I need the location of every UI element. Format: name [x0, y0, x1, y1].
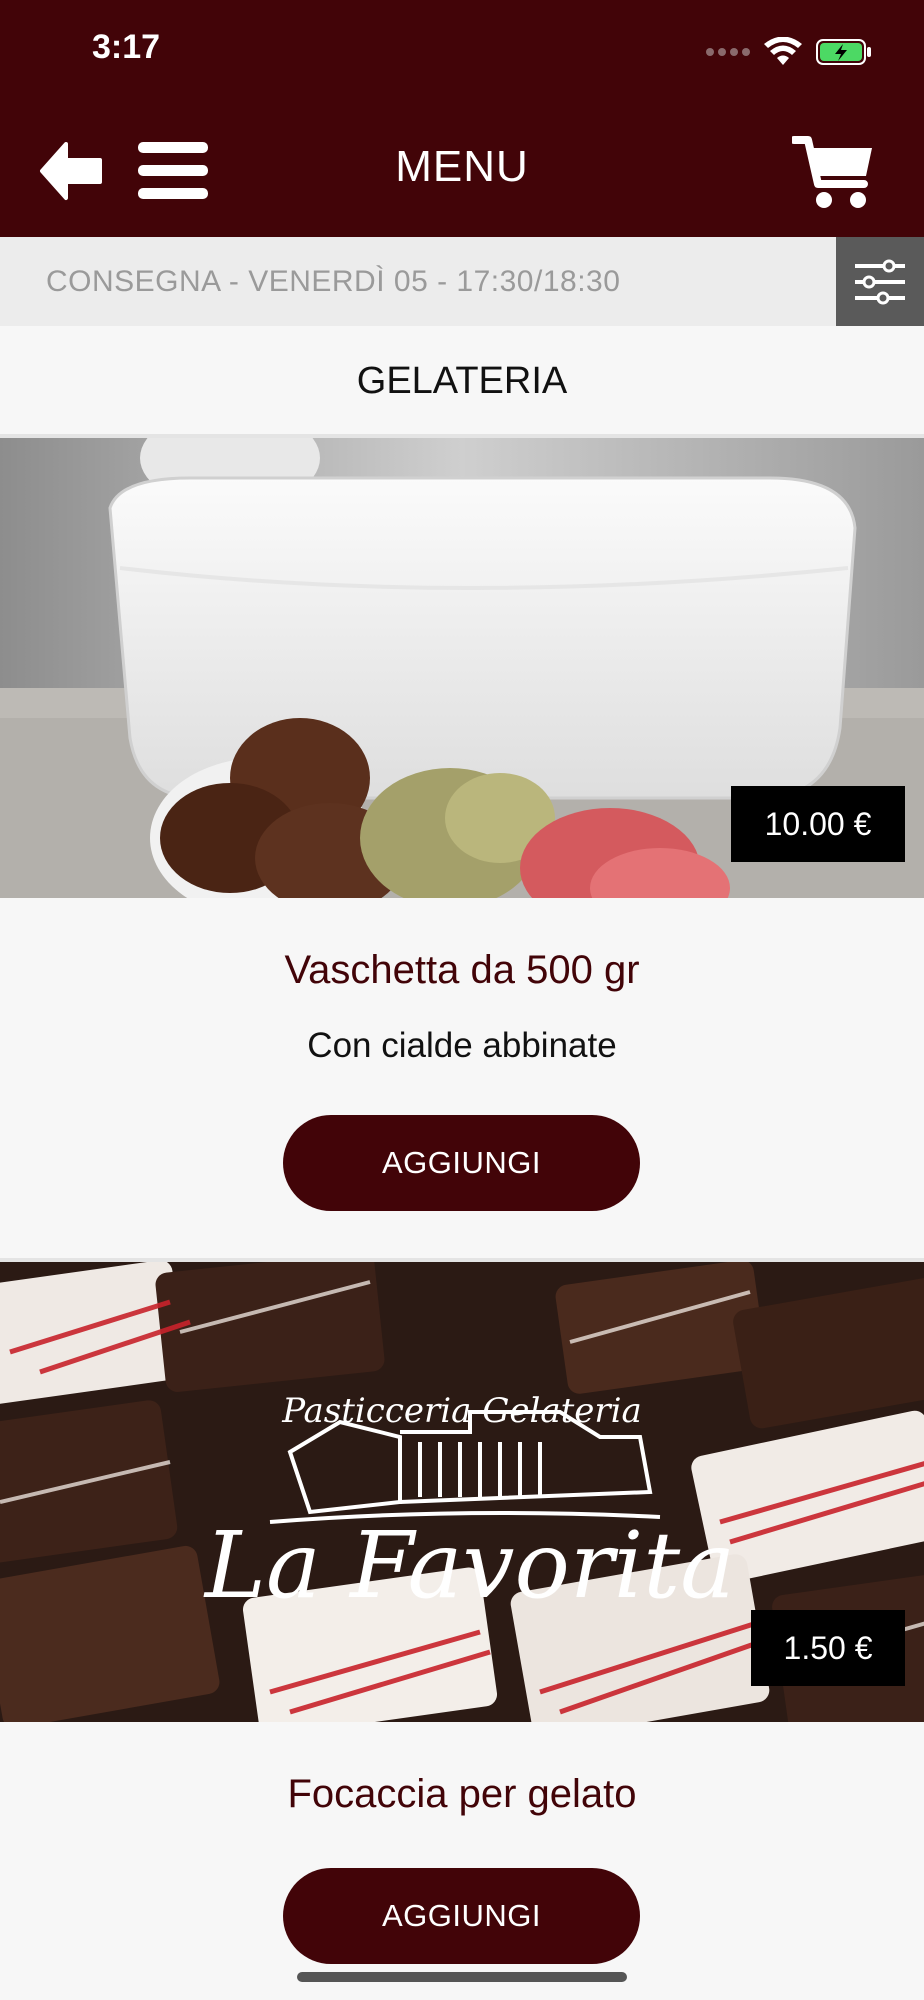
delivery-bar[interactable]: CONSEGNA - VENERDÌ 05 - 17:30/18:30: [0, 237, 924, 326]
sliders-icon: [855, 259, 905, 304]
logo-text-main: La Favorita: [203, 1512, 735, 1619]
section-title: GELATERIA: [0, 326, 924, 436]
price-badge: 1.50 €: [751, 1610, 905, 1686]
filter-button[interactable]: [836, 237, 924, 326]
add-button[interactable]: AGGIUNGI: [283, 1115, 640, 1211]
status-icons: [706, 32, 872, 72]
price-badge: 10.00 €: [731, 786, 905, 862]
nav-bar: MENU: [0, 120, 924, 220]
logo-text-top: Pasticceria Gelateria: [281, 1391, 642, 1431]
page-title: MENU: [395, 142, 529, 191]
battery-icon: [816, 39, 871, 65]
product-name: Vaschetta da 500 gr: [284, 948, 640, 992]
product-image-gelato-tub[interactable]: 10.00 €: [0, 438, 924, 898]
home-indicator: [297, 1972, 627, 1982]
signal-icon: [706, 48, 750, 56]
delivery-slot-text: CONSEGNA - VENERDÌ 05 - 17:30/18:30: [46, 265, 621, 298]
status-time: 3:17: [92, 28, 161, 66]
product-name: Focaccia per gelato: [287, 1772, 637, 1816]
cart-button[interactable]: [792, 130, 876, 214]
app-header: 3:17 MENU: [0, 0, 924, 237]
product-image-chocolates[interactable]: Pasticceria Gelateria La Favorita 1.50 €: [0, 1262, 924, 1722]
product-description: Con cialde abbinate: [307, 1026, 617, 1065]
add-button[interactable]: AGGIUNGI: [283, 1868, 640, 1964]
wifi-icon: [764, 37, 802, 65]
